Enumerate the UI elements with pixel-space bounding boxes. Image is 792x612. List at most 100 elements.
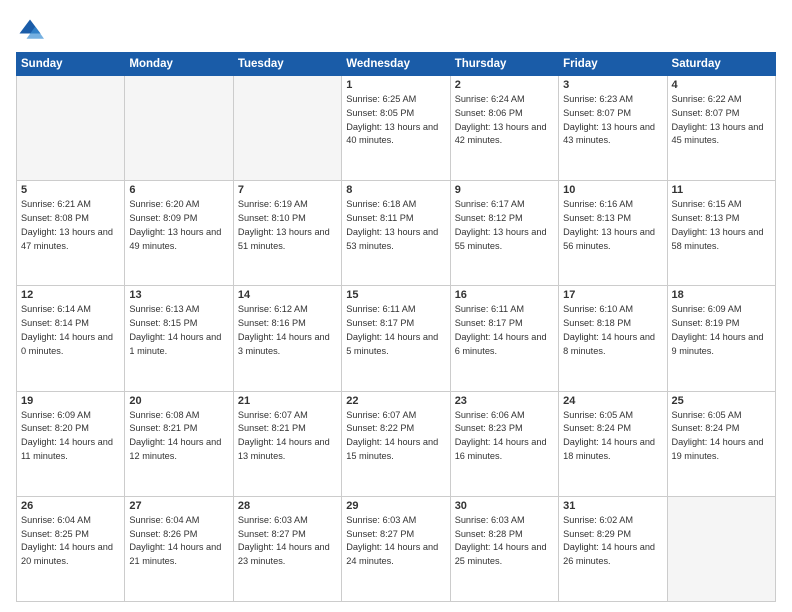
day-number: 5 (21, 184, 120, 196)
sunset-label: Sunset: 8:27 PM (346, 529, 414, 539)
daylight-label: Daylight: 13 hours and 49 minutes. (129, 227, 221, 251)
calendar-day-header: Monday (125, 53, 233, 76)
day-number: 1 (346, 79, 445, 91)
day-info: Sunrise: 6:09 AM Sunset: 8:19 PM Dayligh… (672, 303, 771, 358)
calendar-cell: 4 Sunrise: 6:22 AM Sunset: 8:07 PM Dayli… (667, 76, 775, 181)
day-number: 2 (455, 79, 554, 91)
calendar-cell: 29 Sunrise: 6:03 AM Sunset: 8:27 PM Dayl… (342, 496, 450, 601)
day-number: 12 (21, 289, 120, 301)
sunrise-label: Sunrise: 6:21 AM (21, 199, 91, 209)
day-number: 14 (238, 289, 337, 301)
calendar-cell: 13 Sunrise: 6:13 AM Sunset: 8:15 PM Dayl… (125, 286, 233, 391)
day-number: 30 (455, 500, 554, 512)
calendar-cell: 16 Sunrise: 6:11 AM Sunset: 8:17 PM Dayl… (450, 286, 558, 391)
sunrise-label: Sunrise: 6:11 AM (455, 304, 524, 314)
calendar-cell: 26 Sunrise: 6:04 AM Sunset: 8:25 PM Dayl… (17, 496, 125, 601)
calendar-header-row: SundayMondayTuesdayWednesdayThursdayFrid… (17, 53, 776, 76)
sunrise-label: Sunrise: 6:05 AM (672, 410, 742, 420)
day-info: Sunrise: 6:19 AM Sunset: 8:10 PM Dayligh… (238, 198, 337, 253)
sunset-label: Sunset: 8:12 PM (455, 213, 523, 223)
day-info: Sunrise: 6:22 AM Sunset: 8:07 PM Dayligh… (672, 93, 771, 148)
daylight-label: Daylight: 13 hours and 47 minutes. (21, 227, 113, 251)
day-number: 7 (238, 184, 337, 196)
daylight-label: Daylight: 14 hours and 19 minutes. (672, 437, 764, 461)
logo (16, 16, 46, 44)
calendar-table: SundayMondayTuesdayWednesdayThursdayFrid… (16, 52, 776, 602)
daylight-label: Daylight: 14 hours and 12 minutes. (129, 437, 221, 461)
daylight-label: Daylight: 13 hours and 40 minutes. (346, 122, 438, 146)
daylight-label: Daylight: 14 hours and 9 minutes. (672, 332, 764, 356)
sunrise-label: Sunrise: 6:09 AM (672, 304, 742, 314)
daylight-label: Daylight: 14 hours and 16 minutes. (455, 437, 547, 461)
day-info: Sunrise: 6:12 AM Sunset: 8:16 PM Dayligh… (238, 303, 337, 358)
daylight-label: Daylight: 13 hours and 45 minutes. (672, 122, 764, 146)
calendar-cell: 11 Sunrise: 6:15 AM Sunset: 8:13 PM Dayl… (667, 181, 775, 286)
sunset-label: Sunset: 8:21 PM (238, 423, 306, 433)
calendar-cell: 18 Sunrise: 6:09 AM Sunset: 8:19 PM Dayl… (667, 286, 775, 391)
calendar-day-header: Saturday (667, 53, 775, 76)
sunset-label: Sunset: 8:24 PM (563, 423, 631, 433)
calendar-week-row: 26 Sunrise: 6:04 AM Sunset: 8:25 PM Dayl… (17, 496, 776, 601)
sunset-label: Sunset: 8:07 PM (563, 108, 631, 118)
calendar-cell: 5 Sunrise: 6:21 AM Sunset: 8:08 PM Dayli… (17, 181, 125, 286)
day-info: Sunrise: 6:05 AM Sunset: 8:24 PM Dayligh… (563, 409, 662, 464)
sunset-label: Sunset: 8:06 PM (455, 108, 523, 118)
calendar-cell: 8 Sunrise: 6:18 AM Sunset: 8:11 PM Dayli… (342, 181, 450, 286)
sunset-label: Sunset: 8:09 PM (129, 213, 197, 223)
day-info: Sunrise: 6:11 AM Sunset: 8:17 PM Dayligh… (455, 303, 554, 358)
sunset-label: Sunset: 8:26 PM (129, 529, 197, 539)
day-number: 26 (21, 500, 120, 512)
sunset-label: Sunset: 8:07 PM (672, 108, 740, 118)
calendar-day-header: Friday (559, 53, 667, 76)
calendar-cell (233, 76, 341, 181)
calendar-day-header: Tuesday (233, 53, 341, 76)
daylight-label: Daylight: 13 hours and 55 minutes. (455, 227, 547, 251)
calendar-cell: 17 Sunrise: 6:10 AM Sunset: 8:18 PM Dayl… (559, 286, 667, 391)
day-number: 21 (238, 395, 337, 407)
calendar-cell (667, 496, 775, 601)
calendar-cell: 19 Sunrise: 6:09 AM Sunset: 8:20 PM Dayl… (17, 391, 125, 496)
sunset-label: Sunset: 8:22 PM (346, 423, 414, 433)
sunset-label: Sunset: 8:28 PM (455, 529, 523, 539)
sunset-label: Sunset: 8:24 PM (672, 423, 740, 433)
sunrise-label: Sunrise: 6:13 AM (129, 304, 199, 314)
day-number: 3 (563, 79, 662, 91)
day-info: Sunrise: 6:04 AM Sunset: 8:26 PM Dayligh… (129, 514, 228, 569)
day-info: Sunrise: 6:10 AM Sunset: 8:18 PM Dayligh… (563, 303, 662, 358)
calendar-cell: 15 Sunrise: 6:11 AM Sunset: 8:17 PM Dayl… (342, 286, 450, 391)
calendar-day-header: Sunday (17, 53, 125, 76)
sunrise-label: Sunrise: 6:25 AM (346, 94, 416, 104)
daylight-label: Daylight: 14 hours and 11 minutes. (21, 437, 113, 461)
day-info: Sunrise: 6:17 AM Sunset: 8:12 PM Dayligh… (455, 198, 554, 253)
sunrise-label: Sunrise: 6:19 AM (238, 199, 308, 209)
sunrise-label: Sunrise: 6:20 AM (129, 199, 199, 209)
daylight-label: Daylight: 14 hours and 18 minutes. (563, 437, 655, 461)
day-number: 6 (129, 184, 228, 196)
day-info: Sunrise: 6:08 AM Sunset: 8:21 PM Dayligh… (129, 409, 228, 464)
daylight-label: Daylight: 14 hours and 25 minutes. (455, 542, 547, 566)
day-info: Sunrise: 6:05 AM Sunset: 8:24 PM Dayligh… (672, 409, 771, 464)
sunset-label: Sunset: 8:05 PM (346, 108, 414, 118)
day-info: Sunrise: 6:14 AM Sunset: 8:14 PM Dayligh… (21, 303, 120, 358)
calendar-cell: 24 Sunrise: 6:05 AM Sunset: 8:24 PM Dayl… (559, 391, 667, 496)
day-number: 29 (346, 500, 445, 512)
sunset-label: Sunset: 8:20 PM (21, 423, 89, 433)
day-number: 15 (346, 289, 445, 301)
day-info: Sunrise: 6:03 AM Sunset: 8:28 PM Dayligh… (455, 514, 554, 569)
daylight-label: Daylight: 14 hours and 0 minutes. (21, 332, 113, 356)
calendar-cell: 20 Sunrise: 6:08 AM Sunset: 8:21 PM Dayl… (125, 391, 233, 496)
sunset-label: Sunset: 8:29 PM (563, 529, 631, 539)
sunrise-label: Sunrise: 6:05 AM (563, 410, 633, 420)
sunset-label: Sunset: 8:17 PM (346, 318, 414, 328)
day-number: 9 (455, 184, 554, 196)
calendar-week-row: 19 Sunrise: 6:09 AM Sunset: 8:20 PM Dayl… (17, 391, 776, 496)
daylight-label: Daylight: 13 hours and 53 minutes. (346, 227, 438, 251)
day-number: 24 (563, 395, 662, 407)
daylight-label: Daylight: 13 hours and 43 minutes. (563, 122, 655, 146)
calendar-day-header: Wednesday (342, 53, 450, 76)
sunset-label: Sunset: 8:10 PM (238, 213, 306, 223)
calendar-cell: 2 Sunrise: 6:24 AM Sunset: 8:06 PM Dayli… (450, 76, 558, 181)
sunrise-label: Sunrise: 6:03 AM (455, 515, 525, 525)
page: SundayMondayTuesdayWednesdayThursdayFrid… (0, 0, 792, 612)
day-info: Sunrise: 6:21 AM Sunset: 8:08 PM Dayligh… (21, 198, 120, 253)
